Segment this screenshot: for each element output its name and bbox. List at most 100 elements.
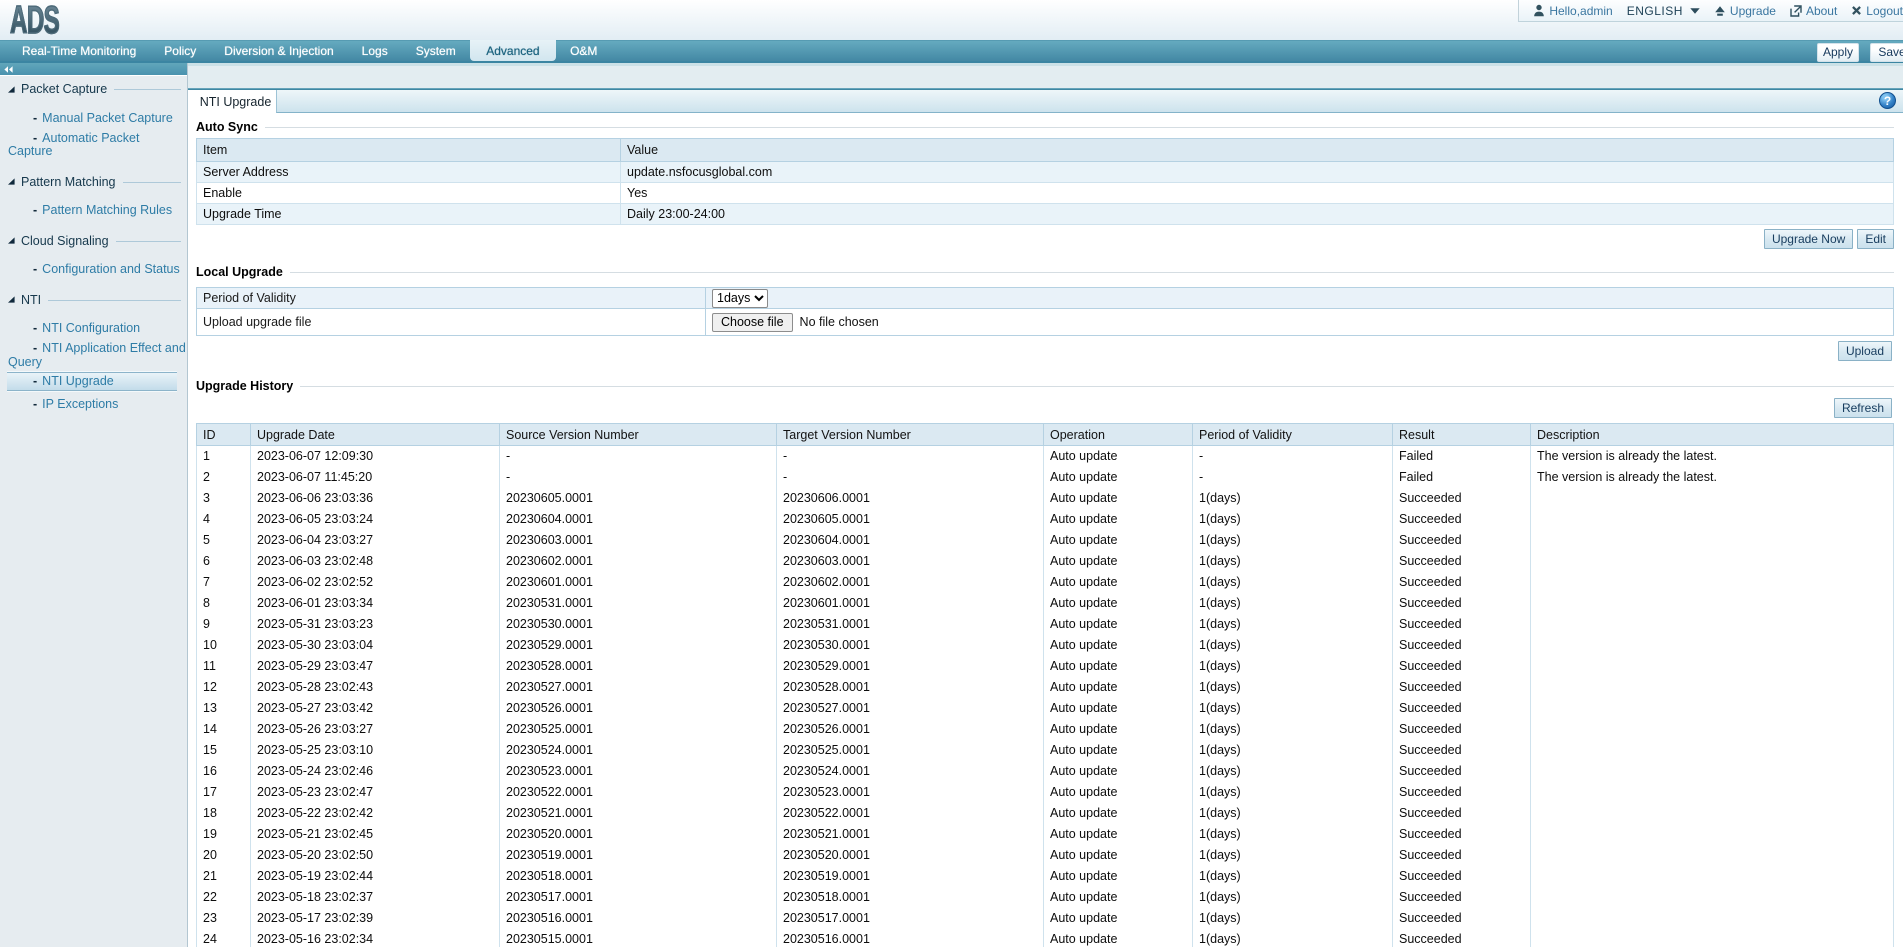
table-cell: Succeeded [1393,740,1531,761]
sidebar-item-nti-configuration[interactable]: NTI Configuration [0,322,187,336]
upgrade-link[interactable]: Upgrade [1714,4,1776,18]
column-header: Result [1393,424,1531,446]
table-cell: 20230603.0001 [500,530,777,551]
local-upgrade-buttons: Upload [196,341,1892,361]
sidebar-item-configuration-and-status[interactable]: Configuration and Status [0,263,187,277]
table-cell: 20230527.0001 [777,698,1044,719]
table-cell: 2023-05-31 23:03:23 [251,614,500,635]
upload-button[interactable]: Upload [1838,341,1892,361]
table-cell: 2023-06-07 12:09:30 [251,446,500,467]
table-cell: 1(days) [1193,572,1393,593]
table-cell: 20230516.0001 [500,908,777,929]
table-cell: Succeeded [1393,677,1531,698]
sidebar-section-packet-capture[interactable]: Packet Capture [0,82,187,96]
dash-bullet-icon [33,374,37,388]
table-row: 92023-05-31 23:03:2320230530.00012023053… [197,614,1894,635]
period-of-validity-select[interactable]: 1days [712,289,768,308]
table-cell: 20230524.0001 [500,740,777,761]
sidebar-item-nti-upgrade[interactable]: NTI Upgrade [7,372,177,392]
sidebar-item-automatic-packet-capture[interactable]: Automatic Packet Capture [0,132,187,159]
table-cell: 20230526.0001 [777,719,1044,740]
table-cell: Succeeded [1393,803,1531,824]
table-cell: 7 [197,572,251,593]
table-cell: 20230601.0001 [777,593,1044,614]
app-header: ADS Hello,admin ENGLISH Upgrade About Lo… [0,0,1903,40]
table-cell: 19 [197,824,251,845]
section-local-upgrade-header: Local Upgrade [196,264,1894,279]
table-cell: Auto update [1044,887,1193,908]
choose-file-button[interactable]: Choose file [712,313,793,332]
main-content: NTI Upgrade ? Auto Sync ItemValue Server… [188,63,1903,947]
nav-actions: Apply Save [1817,42,1903,62]
nav-item-advanced[interactable]: Advanced [470,40,556,61]
sidebar-item-label: Configuration and Status [42,262,180,276]
table-cell: 1(days) [1193,740,1393,761]
table-cell: Auto update [1044,446,1193,467]
table-cell [1531,488,1894,509]
refresh-button[interactable]: Refresh [1834,398,1892,418]
sidebar-collapse-strip[interactable] [0,63,187,76]
table-cell: Auto update [1044,698,1193,719]
upgrade-now-button[interactable]: Upgrade Now [1764,229,1853,249]
table-cell: Succeeded [1393,593,1531,614]
sidebar-section-nti[interactable]: NTI [0,293,187,307]
table-cell: 20230522.0001 [500,782,777,803]
table-cell: 20230517.0001 [500,887,777,908]
table-cell: Auto update [1044,530,1193,551]
apply-button[interactable]: Apply [1817,43,1859,62]
table-cell: 2023-05-21 23:02:45 [251,824,500,845]
sidebar-section-cloud-signaling[interactable]: Cloud Signaling [0,234,187,248]
tab-nti-upgrade[interactable]: NTI Upgrade [195,90,276,113]
sidebar-item-ip-exceptions[interactable]: IP Exceptions [0,398,187,412]
nav-item-o-m[interactable]: O&M [556,41,611,61]
sidebar-item-nti-application-effect-and-query[interactable]: NTI Application Effect and Query [0,342,187,369]
table-row: 12023-06-07 12:09:30--Auto update-Failed… [197,446,1894,467]
table-cell: Auto update [1044,509,1193,530]
table-cell: 20230517.0001 [777,908,1044,929]
table-cell: Succeeded [1393,761,1531,782]
table-cell: 4 [197,509,251,530]
table-cell: 20230604.0001 [777,530,1044,551]
table-cell: 2023-05-23 23:02:47 [251,782,500,803]
table-cell [1531,509,1894,530]
table-cell: Auto update [1044,551,1193,572]
table-cell: - [1193,446,1393,467]
table-cell: 20230528.0001 [777,677,1044,698]
table-row: 232023-05-17 23:02:3920230516.0001202305… [197,908,1894,929]
nav-item-policy[interactable]: Policy [150,41,210,61]
section-auto-sync-header: Auto Sync [196,119,1894,134]
nav-item-system[interactable]: System [402,41,470,61]
sidebar-item-pattern-matching-rules[interactable]: Pattern Matching Rules [0,204,187,218]
nav-item-diversion-injection[interactable]: Diversion & Injection [210,41,347,61]
language-select[interactable]: ENGLISH [1627,4,1700,18]
table-cell [1531,866,1894,887]
table-cell: 21 [197,866,251,887]
table-cell [1531,845,1894,866]
table-cell: 2023-05-27 23:03:42 [251,698,500,719]
nav-item-logs[interactable]: Logs [348,41,402,61]
sidebar-item-manual-packet-capture[interactable]: Manual Packet Capture [0,112,187,126]
dash-bullet-icon [33,262,37,276]
table-cell: 20230515.0001 [500,929,777,947]
column-header: Target Version Number [777,424,1044,446]
period-of-validity-label: Period of Validity [197,288,706,309]
table-cell [1531,824,1894,845]
save-button[interactable]: Save [1870,43,1903,62]
table-cell: Failed [1393,446,1531,467]
about-link[interactable]: About [1790,4,1837,18]
table-row: Upgrade TimeDaily 23:00-24:00 [197,204,1894,225]
table-cell: - [777,467,1044,488]
edit-button[interactable]: Edit [1857,229,1894,249]
sidebar-section-label: NTI [21,293,41,307]
logout-link[interactable]: Logout [1851,4,1903,18]
table-cell: 20230525.0001 [500,719,777,740]
help-icon[interactable]: ? [1879,92,1896,109]
nav-item-real-time-monitoring[interactable]: Real-Time Monitoring [8,41,150,61]
section-rule [265,127,1894,128]
table-row: 212023-05-19 23:02:4420230518.0001202305… [197,866,1894,887]
table-row: 152023-05-25 23:03:1020230524.0001202305… [197,740,1894,761]
sidebar-section-pattern-matching[interactable]: Pattern Matching [0,175,187,189]
table-cell [1531,761,1894,782]
table-cell: update.nsfocusglobal.com [621,162,1894,183]
table-cell: 2023-05-24 23:02:46 [251,761,500,782]
